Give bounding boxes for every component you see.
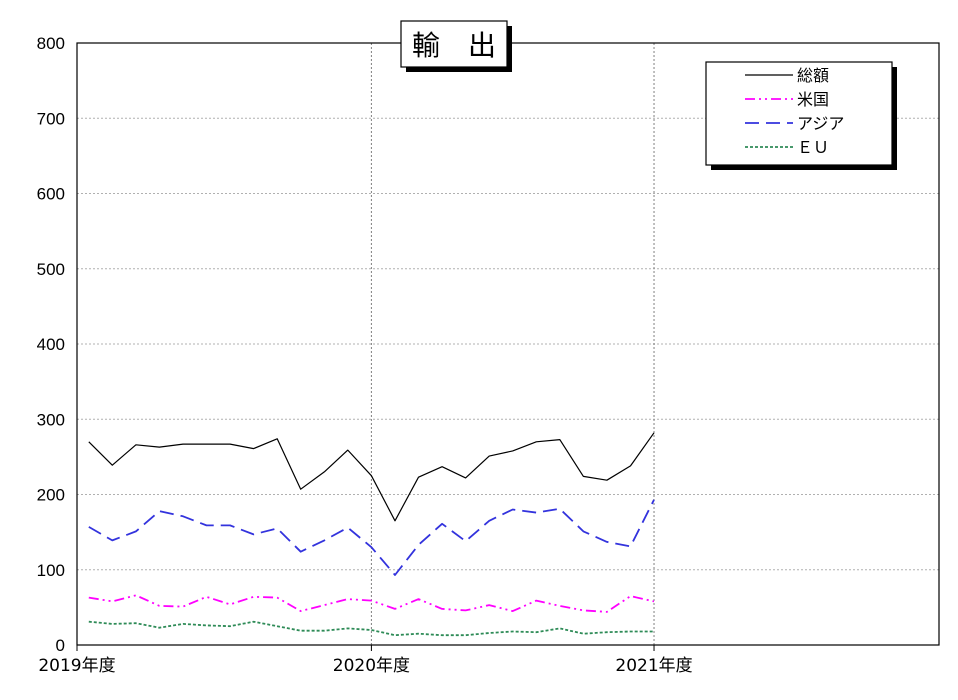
y-tick-label: 0 [56, 636, 65, 655]
y-axis-ticks: 0 100 200 300 400 500 600 700 800 [37, 34, 65, 655]
y-tick-label: 700 [37, 109, 65, 128]
x-tick-label: 2021年度 [615, 656, 692, 676]
x-tick-label: 2019年度 [38, 656, 115, 676]
legend-label: ＥＵ [797, 138, 829, 157]
legend: 総額米国アジア ＥＵ [705, 61, 897, 170]
y-tick-label: 400 [37, 335, 65, 354]
y-tick-label: 300 [37, 410, 65, 429]
legend-label: 総額 [797, 66, 829, 85]
export-chart: 0 100 200 300 400 500 600 700 800 2019年度 2020年度 20… [0, 0, 958, 700]
y-tick-label: 200 [37, 486, 65, 505]
legend-label: アジア [797, 114, 844, 133]
y-tick-label: 100 [37, 561, 65, 580]
y-tick-label: 500 [37, 260, 65, 279]
x-tick-label: 2020年度 [333, 656, 410, 676]
y-tick-label: 800 [37, 34, 65, 53]
legend-label: 米国 [797, 90, 829, 109]
y-tick-label: 600 [37, 185, 65, 204]
chart-canvas: 0100200300400500600700800 2019年度 2020年度 20… [37, 20, 940, 676]
chart-title-box: 輸 出 [400, 20, 512, 72]
chart-title: 輸 出 [412, 29, 496, 62]
x-axis-ticks: 2019年度 2020年度 2021年度 [38, 645, 693, 676]
